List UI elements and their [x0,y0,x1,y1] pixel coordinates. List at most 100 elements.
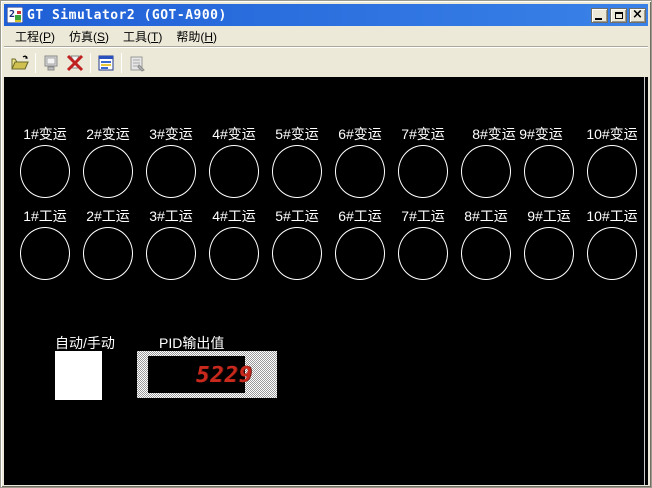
lamp-label: 1#变运 [23,126,67,142]
lamp-circle [524,145,574,198]
folder-open-icon [10,53,30,73]
pid-display-inner: 5229 [148,356,245,393]
maximize-button[interactable] [610,8,627,23]
lamp-circle [524,227,574,280]
lamp-label: 2#工运 [86,208,130,224]
simulate-start-button[interactable] [39,51,63,75]
app-icon: 2 [7,7,23,23]
lamp-label: 8#变运 [472,126,516,142]
lamp-label: 6#变运 [338,126,382,142]
lamp-unit: 1#工运 [14,208,76,280]
lamp-circle [461,145,511,198]
lamp-label: 10#变运 [586,126,637,142]
lamp-circle [335,145,385,198]
lamp-circle [83,227,133,280]
lamp-unit: 10#变运 [581,126,643,198]
lamp-label: 10#工运 [586,208,637,224]
lamp-unit: 6#变运 [329,126,391,198]
toolbar-separator [121,53,122,73]
properties-icon [127,53,147,73]
lamp-unit: 4#变运 [203,126,265,198]
lamp-circle [20,145,70,198]
toolbar-separator [90,53,91,73]
close-icon: × [632,8,643,21]
lamp-unit: 5#工运 [266,208,328,280]
simulate-start-icon [41,53,61,73]
lamp-row-2: 1#工运 2#工运 3#工运 4#工运 5#工运 6#工运 7#工运 8#工运 9#工运 10#工… [4,208,648,288]
lamp-label: 3#变运 [149,126,193,142]
lamp-circle [209,227,259,280]
window-title: GT Simulator2 (GOT-A900) [27,8,589,23]
pid-output-display: 5229 [137,351,277,398]
lamp-circle [587,145,637,198]
minimize-button[interactable] [591,8,608,23]
option-dialog-icon [96,53,116,73]
lamp-circle [83,145,133,198]
app-window: 2 GT Simulator2 (GOT-A900) × 工程(P)仿真(S)工… [0,0,652,488]
menu-item-p[interactable]: 工程(P) [8,26,62,47]
lamp-circle [272,227,322,280]
simulate-stop-button[interactable] [63,51,87,75]
lamp-unit: 2#工运 [77,208,139,280]
lamp-circle [398,145,448,198]
menu-item-h[interactable]: 帮助(H) [169,26,224,47]
lamp-unit: 3#变运 [140,126,202,198]
lamp-unit: 2#变运 [77,126,139,198]
got-screen-canvas: 1#变运 2#变运 3#变运 4#变运 5#变运 6#变运 7#变运 8#变运9#变运 10#变… [4,77,648,485]
lamp-label: 4#变运 [212,126,256,142]
lamp-unit: 10#工运 [581,208,643,280]
auto-manual-switch[interactable] [55,351,102,400]
close-button[interactable]: × [629,8,646,23]
lamp-row-1: 1#变运 2#变运 3#变运 4#变运 5#变运 6#变运 7#变运 8#变运9#变运 10#变… [4,126,648,206]
pid-output-label: PID输出值 [159,336,224,351]
menu-item-t[interactable]: 工具(T) [116,26,169,47]
lamp-unit: 3#工运 [140,208,202,280]
simulate-stop-red-x-icon [65,53,85,73]
lamp-circle [146,227,196,280]
open-project-button[interactable] [8,51,32,75]
lamp-label: 9#变运 [519,126,563,142]
lamp-label: 1#工运 [23,208,67,224]
screen-properties-button[interactable] [125,51,149,75]
lamp-label: 7#工运 [401,208,445,224]
lamp-circle [587,227,637,280]
lamp-unit: 9#工运 [518,208,580,280]
lamp-label: 2#变运 [86,126,130,142]
lamp-label: 8#工运 [464,208,508,224]
lamp-label: 5#工运 [275,208,319,224]
lamp-unit: 1#变运 [14,126,76,198]
auto-manual-label: 自动/手动 [55,336,115,351]
lamp-unit: 5#变运 [266,126,328,198]
lamp-label: 5#变运 [275,126,319,142]
lamp-circle [272,145,322,198]
title-bar[interactable]: 2 GT Simulator2 (GOT-A900) × [4,4,648,26]
lamp-unit: 8#工运 [455,208,517,280]
lamp-label: 3#工运 [149,208,193,224]
menu-item-s[interactable]: 仿真(S) [62,26,116,47]
lamp-unit: 7#工运 [392,208,454,280]
screen-right-edge [644,77,645,485]
lamp-circle [398,227,448,280]
lamp-circle [461,227,511,280]
minimize-icon [595,18,602,20]
lamp-unit: 9#变运 [518,126,580,198]
menu-bar: 工程(P)仿真(S)工具(T)帮助(H) [4,26,648,47]
lamp-label: 6#工运 [338,208,382,224]
pid-output-value: 5229 [196,365,253,387]
lamp-label: 4#工运 [212,208,256,224]
option-setup-button[interactable] [94,51,118,75]
lamp-unit: 8#变运 [455,126,517,198]
lamp-circle [335,227,385,280]
lamp-circle [209,145,259,198]
lamp-circle [20,227,70,280]
lamp-circle [146,145,196,198]
lamp-unit: 4#工运 [203,208,265,280]
maximize-icon [615,12,623,19]
lamp-unit: 7#变运 [392,126,454,198]
tool-bar [4,47,648,77]
lamp-unit: 6#工运 [329,208,391,280]
lamp-label: 9#工运 [527,208,571,224]
toolbar-separator [35,53,36,73]
svg-text:2: 2 [9,9,15,20]
lamp-label: 7#变运 [401,126,445,142]
